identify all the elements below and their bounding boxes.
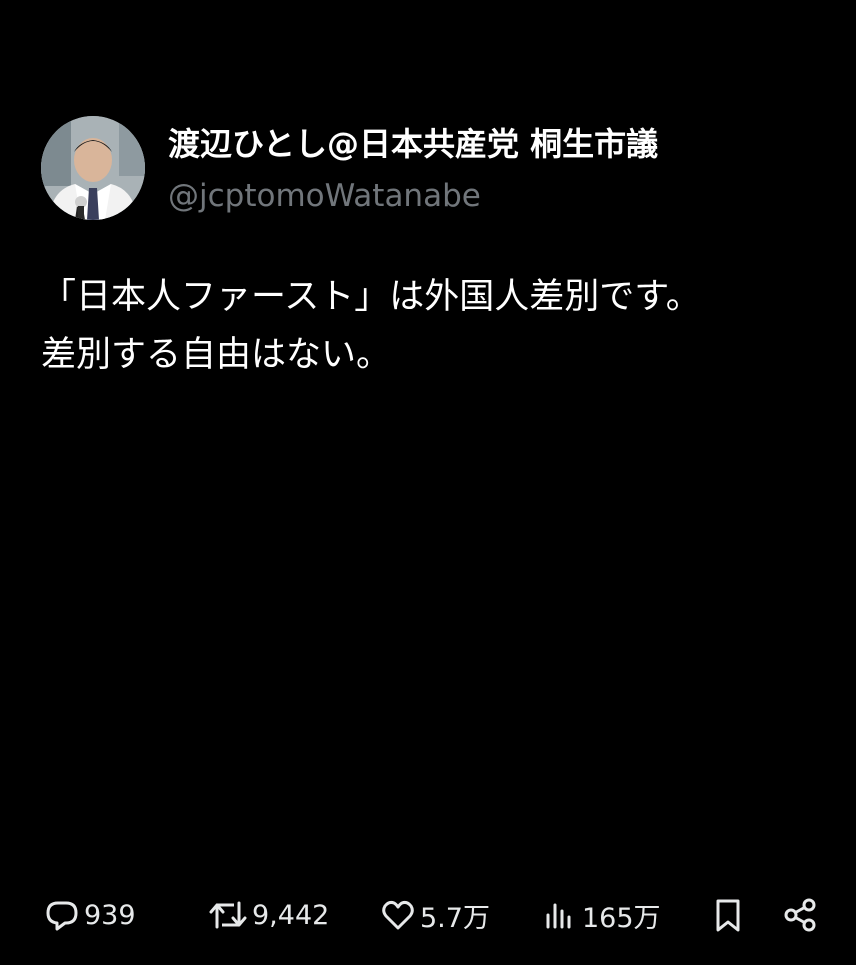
profile-photo [41, 116, 145, 220]
reply-button[interactable]: 939 [44, 892, 136, 938]
avatar[interactable] [41, 116, 145, 220]
display-name[interactable]: 渡辺ひとし@日本共産党 桐生市議 [168, 122, 658, 166]
share-button[interactable] [782, 892, 818, 938]
share-icon [784, 898, 816, 932]
bookmark-icon [716, 899, 740, 932]
bookmark-button[interactable] [710, 892, 746, 938]
retweet-button[interactable]: 9,442 [208, 892, 329, 938]
retweet-arrows-icon [209, 901, 247, 929]
retweet-count: 9,442 [252, 899, 330, 931]
action-bar: 939 9,442 5.7万 165万 [0, 892, 856, 938]
reply-count: 939 [84, 899, 136, 931]
like-count: 5.7万 [420, 902, 490, 934]
speech-bubble-icon [46, 901, 78, 931]
tweet-text: 「日本人ファースト」は外国人差別です。 差別する自由はない。 [41, 268, 841, 384]
like-button[interactable]: 5.7万 [380, 892, 490, 938]
view-count: 165万 [582, 902, 661, 934]
tweet-text-line: 「日本人ファースト」は外国人差別です。 [41, 277, 701, 317]
heart-icon [382, 900, 414, 930]
user-handle[interactable]: @jcptomoWatanabe [168, 174, 481, 218]
bar-chart-icon [546, 903, 571, 929]
tweet-text-line: 差別する自由はない。 [41, 335, 392, 375]
views-button[interactable]: 165万 [544, 892, 661, 938]
